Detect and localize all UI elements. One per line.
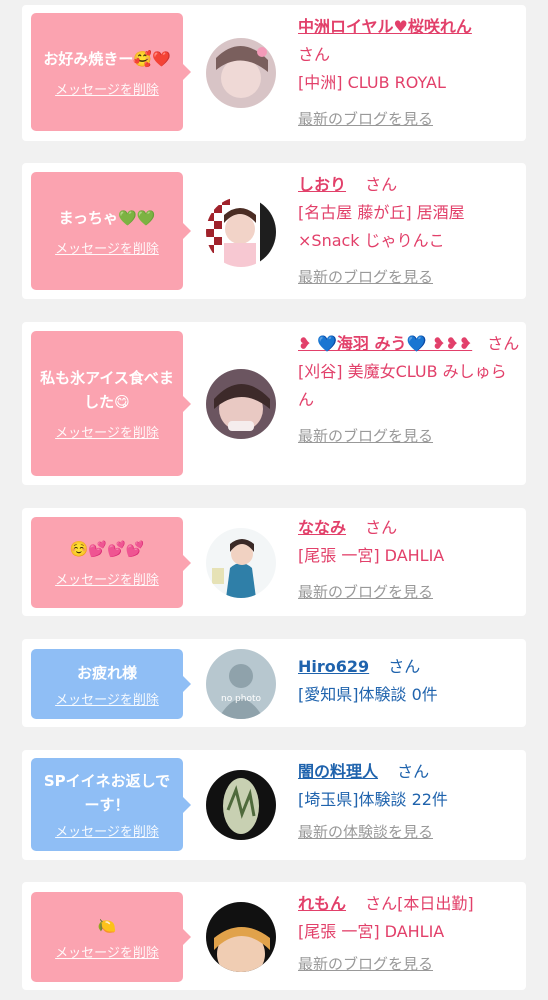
user-info: れもん さん[本日出勤] [尾張 一宮] DAHLIA 最新のブログを見る bbox=[298, 890, 520, 978]
blog-link[interactable]: 最新のブログを見る bbox=[298, 263, 520, 291]
shop-name: [尾張 一宮] DAHLIA bbox=[298, 922, 445, 941]
avatar-placeholder-text: no photo bbox=[221, 694, 262, 704]
message-bubble: SPイイネお返しでーす！ メッセージを削除 bbox=[31, 758, 191, 851]
avatar[interactable] bbox=[206, 528, 276, 598]
message-card: SPイイネお返しでーす！ メッセージを削除 闇の料理人 さん [埼玉県]体験談 … bbox=[22, 750, 526, 860]
user-name-link[interactable]: しおり bbox=[298, 175, 346, 194]
message-bubble: 私も氷アイス食べました😋 メッセージを削除 bbox=[31, 331, 191, 476]
honorific: さん bbox=[365, 175, 398, 194]
message-card: お疲れ様 メッセージを削除 no photo Hiro629 さん [愛知県]体… bbox=[22, 639, 526, 727]
delete-message-link[interactable]: メッセージを削除 bbox=[55, 821, 159, 840]
user-name-link[interactable]: ななみ bbox=[298, 518, 346, 537]
message-bubble: 🍋 メッセージを削除 bbox=[31, 892, 191, 982]
honorific: さん bbox=[487, 334, 520, 353]
user-info: ななみ さん [尾張 一宮] DAHLIA 最新のブログを見る bbox=[298, 514, 520, 606]
blog-link[interactable]: 最新のブログを見る bbox=[298, 950, 520, 978]
user-info: 中洲ロイヤル♥桜咲れん さん [中洲] CLUB ROYAL 最新のブログを見る bbox=[298, 13, 520, 133]
honorific: さん bbox=[397, 762, 430, 781]
blog-link[interactable]: 最新のブログを見る bbox=[298, 422, 520, 450]
honorific: さん bbox=[388, 657, 421, 676]
user-info: ❥ 💙海羽 みう💙 ❥❥❥ さん [刈谷] 美魔女CLUB みしゅらん 最新のブ… bbox=[298, 330, 520, 450]
delete-message-link[interactable]: メッセージを削除 bbox=[55, 569, 159, 588]
avatar[interactable] bbox=[206, 369, 276, 439]
no-photo-avatar[interactable]: no photo bbox=[206, 649, 276, 719]
user-name-link[interactable]: 闇の料理人 bbox=[298, 762, 378, 781]
avatar[interactable] bbox=[206, 38, 276, 108]
shop-name: [中洲] CLUB ROYAL bbox=[298, 73, 446, 92]
message-card: まっちゃ💚💚 メッセージを削除 しおり さん [名古屋 藤が丘] 居酒屋×Sna… bbox=[22, 163, 526, 299]
blog-link[interactable]: 最新のブログを見る bbox=[298, 105, 520, 133]
review-count: [愛知県]体験談 0件 bbox=[298, 685, 438, 704]
honorific: さん bbox=[365, 894, 398, 913]
delete-message-link[interactable]: メッセージを削除 bbox=[55, 689, 159, 708]
user-name-link[interactable]: Hiro629 bbox=[298, 657, 369, 676]
message-text: 🍋 bbox=[97, 916, 117, 935]
avatar[interactable] bbox=[206, 902, 276, 972]
message-bubble: お疲れ様 メッセージを削除 bbox=[31, 649, 191, 719]
attendance-badge: [本日出勤] bbox=[397, 894, 474, 913]
message-text: ☺️💕💕💕 bbox=[69, 540, 145, 558]
message-card: お好み焼きー🥰❤️ メッセージを削除 中洲ロイヤル♥桜咲れん さん [中洲] C… bbox=[22, 5, 526, 141]
delete-message-link[interactable]: メッセージを削除 bbox=[55, 422, 159, 441]
user-info: Hiro629 さん [愛知県]体験談 0件 bbox=[298, 653, 520, 709]
message-card: 🍋 メッセージを削除 れもん さん[本日出勤] [尾張 一宮] DAHLIA 最… bbox=[22, 882, 526, 990]
delete-message-link[interactable]: メッセージを削除 bbox=[55, 942, 159, 961]
message-text: お疲れ様 bbox=[76, 663, 137, 682]
message-card: ☺️💕💕💕 メッセージを削除 ななみ さん [尾張 一宮] DAHLIA 最新の… bbox=[22, 508, 526, 616]
message-bubble: まっちゃ💚💚 メッセージを削除 bbox=[31, 172, 191, 290]
message-text: SPイイネお返しでーす！ bbox=[43, 772, 171, 814]
honorific: さん bbox=[365, 518, 398, 537]
message-card: 私も氷アイス食べました😋 メッセージを削除 ❥ 💙海羽 みう💙 ❥❥❥ さん [… bbox=[22, 322, 526, 485]
shop-name: [尾張 一宮] DAHLIA bbox=[298, 546, 445, 565]
message-list: お好み焼きー🥰❤️ メッセージを削除 中洲ロイヤル♥桜咲れん さん [中洲] C… bbox=[0, 0, 548, 1000]
message-text: お好み焼きー🥰❤️ bbox=[43, 49, 171, 68]
review-count: [埼玉県]体験談 22件 bbox=[298, 790, 448, 809]
shop-name: [刈谷] 美魔女CLUB みしゅらん bbox=[298, 362, 507, 409]
honorific: さん bbox=[298, 45, 331, 64]
shop-name: [名古屋 藤が丘] 居酒屋×Snack じゃりんこ bbox=[298, 203, 465, 250]
message-bubble: お好み焼きー🥰❤️ メッセージを削除 bbox=[31, 13, 191, 131]
user-info: 闇の料理人 さん [埼玉県]体験談 22件 最新の体験談を見る bbox=[298, 758, 520, 846]
user-name-link[interactable]: れもん bbox=[298, 894, 346, 913]
avatar[interactable] bbox=[206, 197, 276, 267]
delete-message-link[interactable]: メッセージを削除 bbox=[55, 79, 159, 98]
user-name-link[interactable]: ❥ 💙海羽 みう💙 ❥❥❥ bbox=[298, 334, 472, 353]
message-text: 私も氷アイス食べました😋 bbox=[40, 369, 174, 411]
blog-link[interactable]: 最新のブログを見る bbox=[298, 578, 520, 606]
user-info: しおり さん [名古屋 藤が丘] 居酒屋×Snack じゃりんこ 最新のブログを… bbox=[298, 171, 520, 291]
message-text: まっちゃ💚💚 bbox=[58, 208, 156, 227]
user-name-link[interactable]: 中洲ロイヤル♥桜咲れん bbox=[298, 17, 472, 36]
message-bubble: ☺️💕💕💕 メッセージを削除 bbox=[31, 517, 191, 608]
delete-message-link[interactable]: メッセージを削除 bbox=[55, 238, 159, 257]
avatar[interactable] bbox=[206, 770, 276, 840]
review-link[interactable]: 最新の体験談を見る bbox=[298, 818, 520, 846]
